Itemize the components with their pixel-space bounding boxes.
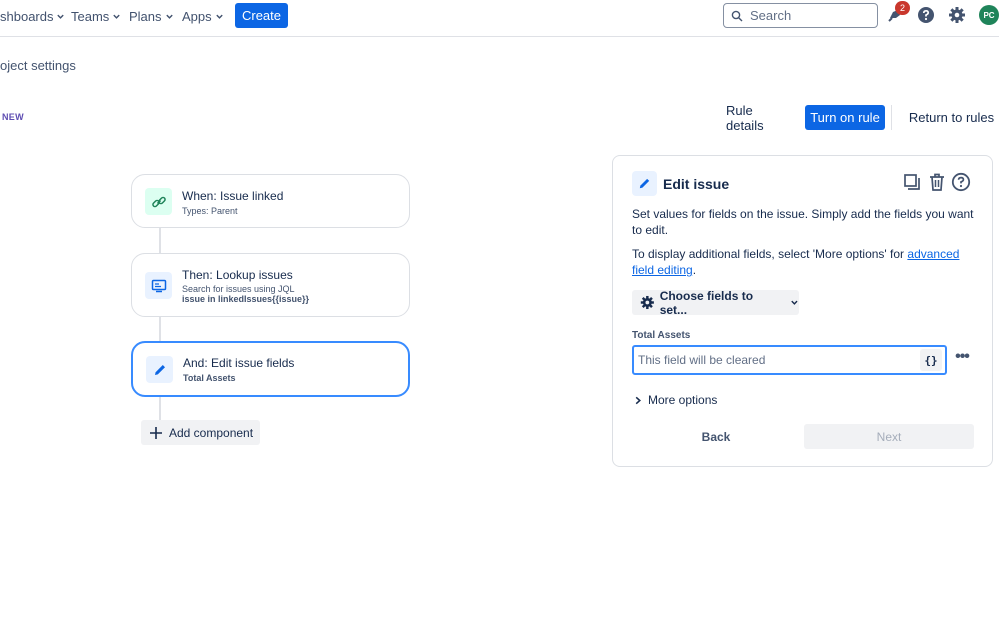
top-nav: shboards Teams Plans Apps Create Search … bbox=[0, 0, 999, 37]
choose-fields-label: Choose fields to set... bbox=[659, 288, 754, 317]
field-label: Total Assets bbox=[632, 330, 691, 341]
panel-hint: To display additional fields, select 'Mo… bbox=[632, 246, 977, 278]
total-assets-field[interactable]: This field will be cleared {} bbox=[632, 345, 947, 375]
search-icon bbox=[731, 10, 743, 21]
card-title: When: Issue linked bbox=[182, 189, 284, 203]
rule-details-button[interactable]: Rule details bbox=[726, 103, 793, 133]
return-to-rules-button[interactable]: Return to rules bbox=[904, 105, 999, 130]
plus-icon bbox=[150, 426, 162, 439]
smart-value-button[interactable]: {} bbox=[920, 349, 942, 371]
avatar[interactable]: PC bbox=[979, 5, 999, 25]
help-icon[interactable] bbox=[917, 6, 935, 24]
duplicate-icon[interactable] bbox=[902, 172, 922, 192]
chevron-down-icon bbox=[791, 300, 798, 305]
add-component-label: Add component bbox=[169, 425, 254, 440]
hint-text: To display additional fields, select 'Mo… bbox=[632, 247, 908, 261]
card-detail: Total Assets bbox=[183, 373, 236, 383]
nav-label: Teams bbox=[71, 9, 110, 24]
add-component-button[interactable]: Add component bbox=[141, 420, 260, 445]
chevron-down-icon bbox=[113, 14, 121, 19]
pencil-icon bbox=[632, 171, 657, 196]
more-options-toggle[interactable]: More options bbox=[634, 393, 717, 407]
flow-connector bbox=[159, 396, 161, 421]
link-icon bbox=[145, 188, 172, 215]
nav-apps[interactable]: Apps bbox=[182, 9, 224, 24]
panel-title: Edit issue bbox=[663, 176, 730, 192]
flow-connector bbox=[159, 316, 161, 342]
edit-issue-panel: Edit issue Set values for fields on the … bbox=[612, 155, 993, 467]
trigger-card[interactable]: When: Issue linked Types: Parent bbox=[131, 174, 410, 228]
trash-icon[interactable] bbox=[927, 172, 947, 192]
chevron-down-icon bbox=[215, 14, 223, 19]
lookup-card[interactable]: Then: Lookup issues Search for issues us… bbox=[131, 253, 410, 317]
help-icon[interactable] bbox=[951, 172, 971, 192]
next-button[interactable]: Next bbox=[804, 424, 974, 449]
notification-badge: 2 bbox=[895, 1, 910, 15]
divider bbox=[891, 105, 892, 130]
chevron-right-icon bbox=[635, 396, 641, 404]
search-placeholder: Search bbox=[750, 8, 792, 23]
lookup-icon bbox=[145, 272, 172, 299]
search-input[interactable]: Search bbox=[723, 3, 878, 28]
card-subtitle: Search for issues using JQL bbox=[182, 284, 295, 294]
card-detail: issue in linkedIssues{{issue}} bbox=[182, 294, 310, 304]
chevron-down-icon bbox=[57, 14, 65, 19]
more-options-label: More options bbox=[648, 393, 718, 407]
nav-label: Plans bbox=[129, 9, 162, 24]
nav-label: Apps bbox=[182, 9, 212, 24]
flow-connector bbox=[159, 227, 161, 254]
nav-plans[interactable]: Plans bbox=[129, 9, 174, 24]
create-button[interactable]: Create bbox=[235, 3, 288, 28]
card-title: Then: Lookup issues bbox=[182, 268, 293, 282]
breadcrumb[interactable]: oject settings bbox=[0, 58, 76, 73]
more-actions-icon[interactable]: ••• bbox=[953, 348, 971, 366]
chevron-down-icon bbox=[165, 14, 173, 19]
card-title: And: Edit issue fields bbox=[183, 356, 295, 370]
nav-dashboards[interactable]: shboards bbox=[0, 9, 65, 24]
pencil-icon bbox=[146, 356, 173, 383]
card-subtitle: Types: Parent bbox=[182, 206, 238, 216]
gear-icon[interactable] bbox=[948, 6, 966, 24]
nav-label: shboards bbox=[0, 9, 54, 24]
gear-icon bbox=[640, 295, 654, 310]
edit-card[interactable]: And: Edit issue fields Total Assets bbox=[131, 341, 410, 397]
status-lozenge: NEW bbox=[2, 112, 24, 122]
choose-fields-button[interactable]: Choose fields to set... bbox=[632, 288, 799, 317]
back-button[interactable]: Back bbox=[661, 424, 771, 449]
turn-on-rule-button[interactable]: Turn on rule bbox=[805, 105, 885, 130]
field-placeholder: This field will be cleared bbox=[638, 353, 766, 367]
hint-suffix: . bbox=[692, 263, 697, 277]
panel-description: Set values for fields on the issue. Simp… bbox=[632, 207, 974, 237]
nav-teams[interactable]: Teams bbox=[71, 9, 121, 24]
